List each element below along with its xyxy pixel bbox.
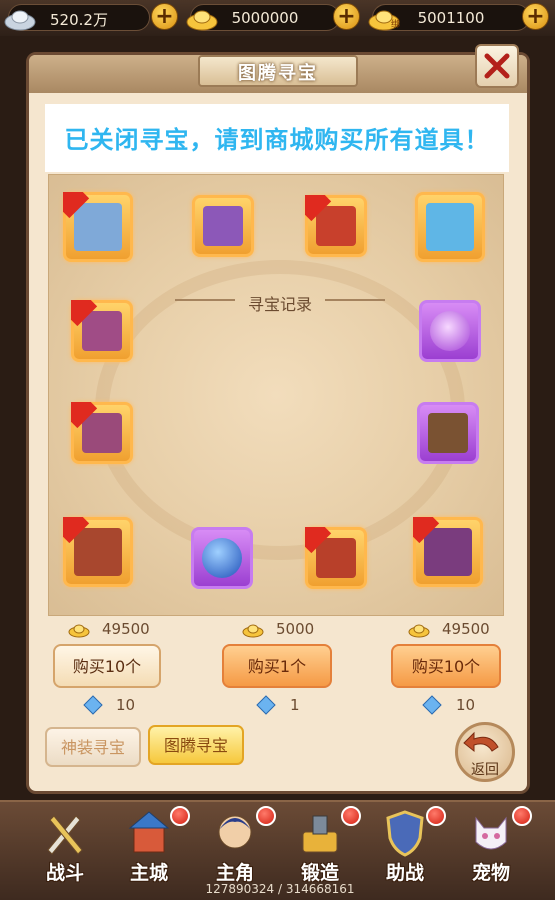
silver-resource: 520.2万 [4, 4, 150, 31]
swords-icon [47, 815, 83, 855]
nav-item-forge[interactable]: 锻造 [285, 806, 361, 886]
nav-label: 助战 [385, 862, 424, 884]
nav-label: 战斗 [45, 862, 84, 884]
buy-10-button[interactable]: 购买10个 [53, 644, 161, 688]
nav-label: 锻造 [300, 862, 339, 884]
item-tile[interactable] [413, 517, 483, 587]
gold-ingot-icon [408, 624, 430, 638]
item-tile[interactable] [415, 192, 485, 262]
rare-tag [71, 300, 99, 328]
castle-icon [128, 811, 170, 853]
nav-label: 主城 [129, 862, 168, 884]
back-arrow-icon [463, 731, 499, 753]
notification-dot [512, 806, 532, 826]
rare-tag [413, 517, 441, 545]
panel-title: 图腾寻宝 [238, 63, 318, 84]
item-tile[interactable] [192, 195, 254, 257]
rare-tag [63, 192, 91, 220]
back-label: 返回 [471, 762, 499, 778]
bound-gold-resource: 绑 5001100 [368, 4, 530, 31]
gold-value: 5000000 [231, 9, 299, 27]
gem-value: 10 [456, 696, 476, 714]
nav-label: 宠物 [471, 862, 510, 884]
item-tile[interactable] [191, 527, 253, 589]
flourish-right [325, 299, 385, 301]
cloud-orb-icon [430, 311, 470, 351]
diamond-icon [83, 695, 103, 715]
bound-gold-ingot-icon [68, 624, 90, 638]
close-button[interactable] [475, 44, 519, 88]
close-icon [484, 53, 510, 79]
buy-1-button[interactable]: 购买1个 [222, 644, 332, 688]
item-tile[interactable] [417, 402, 479, 464]
footer-id: 127890324 / 314668161 [205, 882, 355, 896]
item-tile[interactable] [71, 402, 133, 464]
nav-item-battle[interactable]: 战斗 [30, 806, 100, 886]
notification-dot [170, 806, 190, 826]
item-tile[interactable] [305, 527, 367, 589]
nav-item-hero[interactable]: 主角 [200, 806, 276, 886]
cost-value: 49500 [102, 620, 150, 638]
add-gold-button[interactable]: + [333, 3, 360, 30]
notice-text: 已关闭寻宝，请到商城购买所有道具！ [64, 126, 490, 154]
notification-dot [256, 806, 276, 826]
buy-10-button[interactable]: 购买10个 [391, 644, 501, 688]
tab-totem-treasure[interactable]: 图腾寻宝 [148, 725, 244, 765]
rare-tag [305, 195, 333, 223]
gold-resource: 5000000 [186, 4, 340, 31]
cost-value: 5000 [276, 620, 315, 638]
rare-tag [305, 527, 333, 555]
gold-ingot-icon [242, 624, 264, 638]
diamond-icon [422, 695, 442, 715]
item-tile[interactable] [305, 195, 367, 257]
dragon-card-icon [426, 203, 474, 251]
record-title: 寻宝记录 [247, 295, 312, 314]
blue-orb-icon [202, 538, 242, 578]
tab-equipment-treasure[interactable]: 神装寻宝 [45, 727, 141, 767]
rare-tag [63, 517, 91, 545]
notification-dot [341, 806, 361, 826]
ore-rock-icon [428, 413, 468, 453]
notification-dot [426, 806, 446, 826]
item-tile[interactable] [63, 192, 133, 262]
gem-value: 10 [116, 696, 136, 714]
diamond-icon [256, 695, 276, 715]
pet-cat-icon [475, 816, 507, 850]
item-tile[interactable] [419, 300, 481, 362]
rare-tag [71, 402, 99, 430]
shield-icon [386, 810, 424, 857]
gem-value: 1 [290, 696, 300, 714]
nav-item-pet[interactable]: 宠物 [456, 806, 532, 886]
item-tile[interactable] [71, 300, 133, 362]
cost-value: 49500 [442, 620, 490, 638]
add-bound-gold-button[interactable]: + [522, 3, 549, 30]
puzzle-purple-icon [203, 206, 243, 246]
silver-value: 520.2万 [50, 11, 108, 29]
forge-icon [302, 815, 338, 853]
nav-item-main-city[interactable]: 主城 [114, 806, 190, 886]
flourish-left [175, 299, 235, 301]
add-silver-button[interactable]: + [151, 3, 178, 30]
hero-portrait-icon [218, 815, 252, 849]
item-tile[interactable] [63, 517, 133, 587]
nav-label: 主角 [215, 862, 254, 884]
bound-gold-value: 5001100 [417, 9, 485, 27]
nav-item-assist[interactable]: 助战 [370, 806, 446, 886]
